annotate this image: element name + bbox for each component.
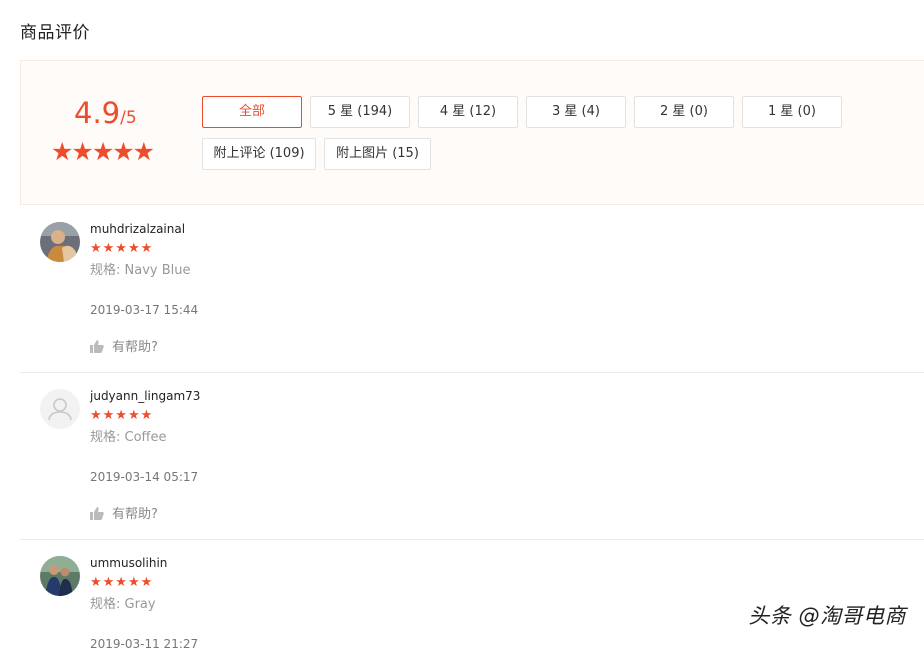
variation-label: 规格: — [90, 597, 125, 612]
review-username[interactable]: judyann_lingam73 — [90, 389, 200, 403]
review-date: 2019-03-14 05:17 — [90, 470, 199, 484]
review-date: 2019-03-17 15:44 — [90, 303, 199, 317]
review-stars: ★★★★★ — [90, 241, 154, 256]
rating-summary: 4.9/5 ★★★★★ 全部 5 星 (194) 4 星 (12) 3 星 (4… — [20, 60, 924, 205]
review-username[interactable]: ummusolihin — [90, 556, 167, 570]
helpful-label: 有帮助? — [112, 507, 158, 522]
score-value: 4.9 — [74, 96, 121, 130]
filter-4-star-button[interactable]: 4 星 (12) — [418, 96, 518, 128]
filter-with-comments-button[interactable]: 附上评论 (109) — [202, 138, 316, 170]
review-variation: 规格: Coffee — [90, 426, 167, 445]
variation-value: Gray — [124, 597, 156, 612]
filter-2-star-button[interactable]: 2 星 (0) — [634, 96, 734, 128]
avatar[interactable] — [40, 389, 80, 429]
watermark: 头条 @淘哥电商 — [748, 604, 906, 628]
review-divider — [20, 372, 924, 373]
review-date: 2019-03-11 21:27 — [90, 637, 199, 651]
average-stars: ★★★★★ — [51, 137, 155, 166]
variation-label: 规格: — [90, 263, 125, 278]
default-user-icon — [48, 398, 72, 421]
variation-value: Navy Blue — [124, 263, 191, 278]
score-max: /5 — [120, 108, 137, 128]
avatar[interactable] — [40, 556, 80, 596]
filter-all-button[interactable]: 全部 — [202, 96, 302, 128]
avatar[interactable] — [40, 222, 80, 262]
review-stars: ★★★★★ — [90, 575, 154, 590]
review-username[interactable]: muhdrizalzainal — [90, 222, 185, 236]
filter-1-star-button[interactable]: 1 星 (0) — [742, 96, 842, 128]
variation-label: 规格: — [90, 430, 125, 445]
helpful-label: 有帮助? — [112, 340, 158, 355]
variation-value: Coffee — [124, 430, 167, 445]
average-score: 4.9/5 — [74, 96, 137, 130]
page-title: 商品评价 — [20, 23, 90, 43]
helpful-button[interactable]: 有帮助? — [90, 503, 158, 522]
filter-with-photos-button[interactable]: 附上图片 (15) — [324, 138, 431, 170]
helpful-button[interactable]: 有帮助? — [90, 336, 158, 355]
review-variation: 规格: Navy Blue — [90, 259, 191, 278]
thumbs-up-icon — [90, 340, 104, 353]
review-variation: 规格: Gray — [90, 593, 156, 612]
filter-3-star-button[interactable]: 3 星 (4) — [526, 96, 626, 128]
review-divider — [20, 539, 924, 540]
review-stars: ★★★★★ — [90, 408, 154, 423]
filter-5-star-button[interactable]: 5 星 (194) — [310, 96, 410, 128]
thumbs-up-icon — [90, 507, 104, 520]
